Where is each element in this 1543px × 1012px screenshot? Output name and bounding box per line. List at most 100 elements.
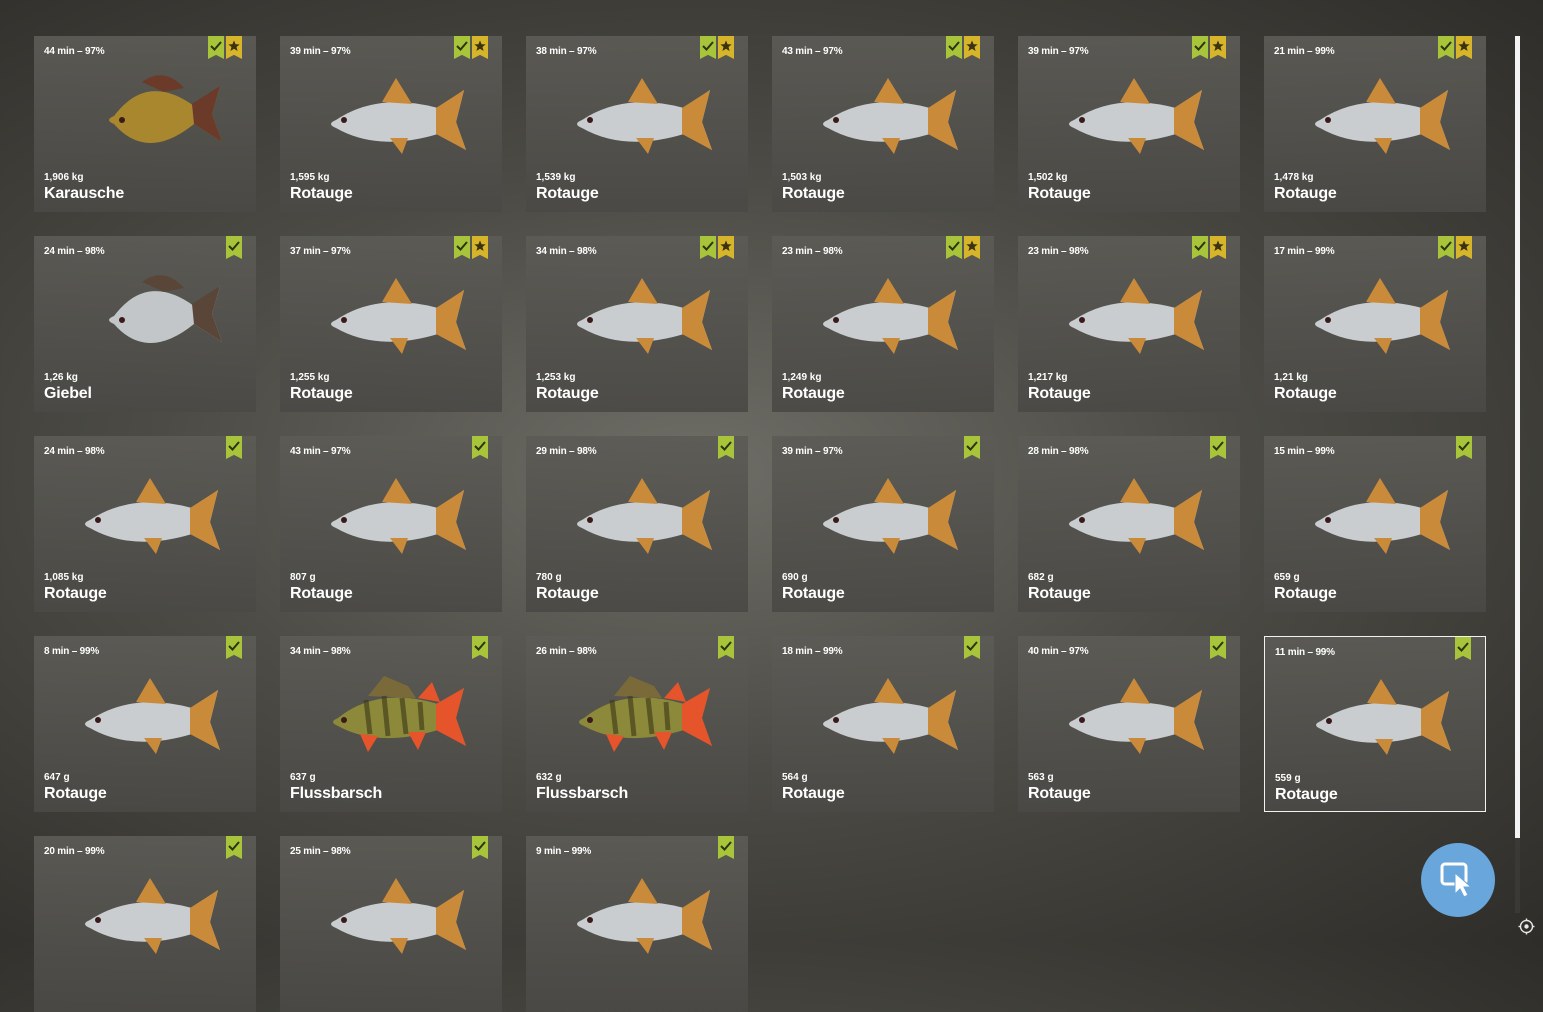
catch-card[interactable]: 20 min – 99% (34, 836, 256, 1012)
roach-fish-image (577, 78, 712, 154)
catch-time-quality: 17 min – 99% (1274, 246, 1335, 257)
catch-time-quality: 24 min – 98% (44, 246, 105, 257)
catch-card[interactable]: 29 min – 98% 780 g Rotauge (526, 436, 748, 612)
catch-time-quality: 38 min – 97% (536, 46, 597, 57)
catch-badges (472, 636, 488, 659)
catch-species-name: Rotauge (536, 385, 599, 402)
catch-time-quality: 28 min – 98% (1028, 446, 1089, 457)
caught-check-icon (1192, 36, 1208, 59)
catch-weight: 682 g (1028, 572, 1054, 583)
catch-badges (454, 36, 488, 59)
catch-card[interactable]: 43 min – 97% 1,503 kg Rotauge (772, 36, 994, 212)
catch-card[interactable]: 37 min – 97% 1,255 kg Rotauge (280, 236, 502, 412)
caught-check-icon (1210, 636, 1226, 659)
catch-species-name: Rotauge (782, 785, 845, 802)
catch-badges (964, 436, 980, 459)
catch-badges (1456, 436, 1472, 459)
scrollbar-thumb[interactable] (1515, 36, 1520, 838)
catch-card[interactable]: 21 min – 99% 1,478 kg Rotauge (1264, 36, 1486, 212)
catch-weight: 1,085 kg (44, 572, 84, 583)
catch-weight: 564 g (782, 772, 808, 783)
caught-check-icon (1210, 436, 1226, 459)
catch-time-quality: 40 min – 97% (1028, 646, 1089, 657)
catch-species-name: Rotauge (536, 185, 599, 202)
catch-species-name: Rotauge (44, 785, 107, 802)
catch-card[interactable]: 24 min – 98% 1,26 kg Giebel (34, 236, 256, 412)
scrollbar-track[interactable] (1515, 838, 1520, 913)
catch-card[interactable]: 28 min – 98% 682 g Rotauge (1018, 436, 1240, 612)
catch-card[interactable]: 23 min – 98% 1,249 kg Rotauge (772, 236, 994, 412)
catch-weight: 1,249 kg (782, 372, 822, 383)
catch-card[interactable]: 11 min – 99% 559 g Rotauge (1264, 636, 1486, 812)
caught-check-icon (454, 236, 470, 259)
roach-fish-image (85, 878, 220, 954)
catch-weight: 1,502 kg (1028, 172, 1068, 183)
target-icon[interactable] (1518, 918, 1535, 935)
catch-time-quality: 37 min – 97% (290, 246, 351, 257)
roach-fish-image (577, 478, 712, 554)
catch-species-name: Rotauge (536, 585, 599, 602)
record-star-icon (964, 36, 980, 59)
record-star-icon (1210, 236, 1226, 259)
catch-weight: 637 g (290, 772, 316, 783)
catch-card[interactable]: 43 min – 97% 807 g Rotauge (280, 436, 502, 612)
catch-species-name: Rotauge (1274, 385, 1337, 402)
catch-weight: 647 g (44, 772, 70, 783)
caught-check-icon (718, 436, 734, 459)
record-star-icon (718, 236, 734, 259)
catch-card[interactable]: 38 min – 97% 1,539 kg Rotauge (526, 36, 748, 212)
cursor-mode-button[interactable] (1421, 843, 1495, 917)
catch-card[interactable]: 8 min – 99% 647 g Rotauge (34, 636, 256, 812)
caught-check-icon (1455, 637, 1471, 660)
catch-time-quality: 29 min – 98% (536, 446, 597, 457)
catch-badges (700, 36, 734, 59)
catch-card[interactable]: 39 min – 97% 1,502 kg Rotauge (1018, 36, 1240, 212)
catch-species-name: Rotauge (1028, 785, 1091, 802)
catch-card[interactable]: 39 min – 97% 690 g Rotauge (772, 436, 994, 612)
catch-badges (208, 36, 242, 59)
roach-fish-image (1315, 278, 1450, 354)
catch-species-name: Rotauge (1274, 585, 1337, 602)
catch-card[interactable]: 15 min – 99% 659 g Rotauge (1264, 436, 1486, 612)
catch-weight: 1,255 kg (290, 372, 330, 383)
catch-time-quality: 43 min – 97% (782, 46, 843, 57)
catch-card[interactable]: 24 min – 98% 1,085 kg Rotauge (34, 436, 256, 612)
roach-fish-image (1315, 478, 1450, 554)
catch-card[interactable]: 25 min – 98% (280, 836, 502, 1012)
catch-card[interactable]: 26 min – 98% 632 g Flussbarsch (526, 636, 748, 812)
catch-species-name: Rotauge (782, 585, 845, 602)
roach-fish-image (577, 278, 712, 354)
catch-time-quality: 18 min – 99% (782, 646, 843, 657)
catch-badges (454, 236, 488, 259)
catch-card[interactable]: 34 min – 98% 637 g Flussbarsch (280, 636, 502, 812)
catch-card[interactable]: 39 min – 97% 1,595 kg Rotauge (280, 36, 502, 212)
catch-card[interactable]: 34 min – 98% 1,253 kg Rotauge (526, 236, 748, 412)
catch-species-name: Flussbarsch (290, 785, 383, 802)
record-star-icon (1210, 36, 1226, 59)
catch-time-quality: 43 min – 97% (290, 446, 351, 457)
caught-check-icon (226, 836, 242, 859)
catch-time-quality: 34 min – 98% (536, 246, 597, 257)
catch-card[interactable]: 23 min – 98% 1,217 kg Rotauge (1018, 236, 1240, 412)
catch-species-name: Flussbarsch (536, 785, 629, 802)
catch-grid: 44 min – 97% 1,906 kg Karausche 39 min – 9… (0, 0, 1510, 1012)
catch-weight: 807 g (290, 572, 316, 583)
catch-card[interactable]: 18 min – 99% 564 g Rotauge (772, 636, 994, 812)
catch-weight: 659 g (1274, 572, 1300, 583)
roach-fish-image (1315, 78, 1450, 154)
record-star-icon (964, 236, 980, 259)
record-star-icon (1456, 36, 1472, 59)
catch-card[interactable]: 40 min – 97% 563 g Rotauge (1018, 636, 1240, 812)
catch-card[interactable]: 17 min – 99% 1,21 kg Rotauge (1264, 236, 1486, 412)
catch-time-quality: 44 min – 97% (44, 46, 105, 57)
catch-weight: 1,539 kg (536, 172, 576, 183)
catch-time-quality: 8 min – 99% (44, 646, 100, 657)
catch-card[interactable]: 44 min – 97% 1,906 kg Karausche (34, 36, 256, 212)
catch-time-quality: 15 min – 99% (1274, 446, 1335, 457)
catch-weight: 632 g (536, 772, 562, 783)
roach-fish-image (823, 478, 958, 554)
catch-weight: 563 g (1028, 772, 1054, 783)
perch-fish-image (579, 676, 712, 752)
caught-check-icon (700, 36, 716, 59)
catch-card[interactable]: 9 min – 99% (526, 836, 748, 1012)
